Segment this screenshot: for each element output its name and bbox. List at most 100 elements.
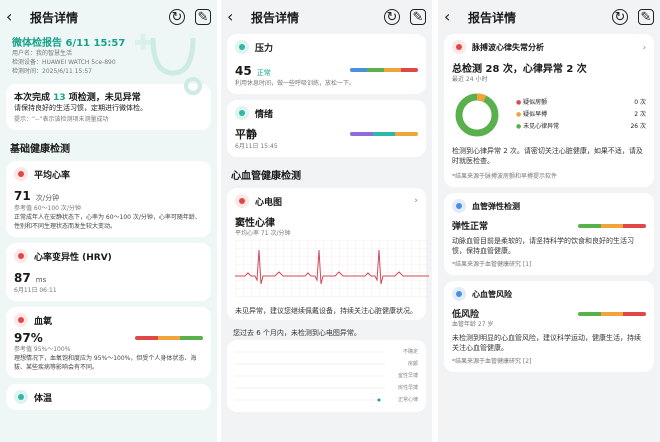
page-title: 报告详情 [251,10,300,25]
stress-desc: 利用休息时间，做一些呼吸训练，放松一下。 [235,80,356,87]
elastic-value: 弹性正常 [452,222,489,232]
thermometer-icon [14,390,28,404]
ecg-advice: 未见异常，建议您继续佩戴设备，持续关注心脏健康状况。 [235,307,417,315]
stress-scale [350,67,418,72]
risk-card[interactable]: 心血管风险 低风险 血管年龄 27 岁 未检测到明显的心血管风险，建议科学运动，… [444,281,654,372]
section-cardio: 心血管健康检测 [231,171,301,182]
heart-vessel-icon [452,287,466,301]
pulse-card[interactable]: 脉搏波心律失常分析 › 总检测 28 次，心律异常 2 次 最近 24 小时 ● … [444,34,654,187]
temp-label: 体温 [34,393,53,404]
risk-label: 心血管风险 [472,289,512,299]
pulse-item-normal-name: 未见心律异常 [523,123,560,130]
edit-icon[interactable]: ✎ [195,9,211,25]
hr-ref: 参考值 60～100 次/分钟 [14,205,81,212]
blood-drop-icon [14,313,28,327]
pulse-item-premature-name: 疑似早搏 [523,111,548,118]
pulse-label: 脉搏波心律失常分析 [472,42,544,52]
pulse-item-premature-count: 2 次 [634,111,646,118]
legend-pvc: 室性早搏 [397,373,418,379]
elastic-scale [578,223,646,228]
hrv-icon [14,249,28,263]
pulse-item-normal: ● 未见心律异常 26 次 [516,121,646,133]
ecg-label: 心电图 [255,197,283,208]
screen-report-cardio: ‹ 报告详情 ↻ ✎ 压力 45 正常 利用休息时间，做一些呼吸训练，放松一下。… [221,0,432,442]
hrv-time: 6月11日 06:11 [14,287,57,294]
spo2-scale [135,336,203,340]
pulse-summary: 总检测 28 次，心律异常 2 次 [452,64,587,75]
mood-time: 6月11日 15:45 [235,143,278,150]
elastic-card[interactable]: 血管弹性检测 弹性正常 动脉血管目前是柔软的，请坚持科学的饮食和良好的生活习惯，… [444,193,654,275]
mood-label: 情绪 [255,109,274,120]
chevron-right-icon[interactable]: › [414,196,418,206]
chevron-right-icon[interactable]: › [643,43,646,52]
spo2-value: 97% [14,331,43,345]
ecg-history: 您过去 6 个月内，未检测到心电图异常。 [233,329,361,337]
elastic-label: 血管弹性检测 [472,201,520,211]
refresh-icon[interactable]: ↻ [169,9,185,25]
summary-sub: 请保持良好的生活习惯，定期进行微体检。 [14,104,147,112]
elastic-advice: 动脉血管目前是柔软的，请坚持科学的饮食和良好的生活习惯，保持血管健康。 [452,237,634,255]
heart-icon [14,167,28,181]
hr-desc: 正常成年人在安静状态下，心率为 60～100 次/分钟，心率可随年龄、性别和不同… [14,214,201,230]
stress-status: 正常 [256,69,271,77]
pulse-item-af-count: 0 次 [634,99,646,106]
history-grid [235,351,385,402]
ecg-hr: 平均心率 71 次/分钟 [235,230,291,237]
page-title: 报告详情 [30,10,79,25]
spo2-card[interactable]: 血氧 97% 参考值 95%～100% 理想情况下，血氧饱和度应为 95%～10… [6,307,211,378]
vessel-icon [452,199,466,213]
pulse-icon [452,40,466,54]
mood-value: 平静 [235,128,257,141]
legend-pac: 房性早搏 [397,385,418,391]
hrv-unit: ms [35,276,47,284]
mood-card[interactable]: 情绪 平静 6月11日 15:45 [227,100,426,157]
stethoscope-illustration [135,34,202,95]
pulse-donut-chart [455,93,499,137]
summary-suffix: 项检测，未见异常 [65,93,141,103]
risk-value: 低风险 [452,310,480,320]
edit-icon[interactable]: ✎ [638,9,654,25]
refresh-icon[interactable]: ↻ [384,9,400,25]
spo2-ref: 参考值 95%～100% [14,346,71,353]
history-legend: 不确定 房颤 室性早搏 房性早搏 正常心律 [398,346,418,406]
stress-value: 45 [235,64,252,78]
hr-value: 71 [14,189,31,203]
edit-icon[interactable]: ✎ [410,9,426,25]
hrv-label: 心率变异性 (HRV) [34,252,112,263]
risk-scale [578,311,646,316]
mood-scale [350,132,418,136]
screen-report-basic: ‹ 报告详情 ↻ ✎ 微体检报告 6/11 15:57 用户名：我的智慧生活 检… [0,0,217,442]
spo2-label: 血氧 [34,316,53,327]
ecg-waveform [235,240,429,298]
pulse-item-normal-count: 26 次 [630,123,646,130]
back-icon[interactable]: ‹ [444,8,462,26]
summary-prefix: 本次完成 [14,93,54,103]
elastic-source: *结果来源于血管健康研究 [1] [452,261,532,268]
ecg-history-chart: 不确定 房颤 室性早搏 房性早搏 正常心律 [227,340,426,412]
back-icon[interactable]: ‹ [6,8,24,26]
temp-card[interactable]: 体温 [6,384,211,410]
risk-source: *结果来源于血管健康研究 [2] [452,358,532,365]
ecg-card[interactable]: 心电图 › 窦性心律 平均心率 71 次/分钟 未见异常，建议您继续佩戴设备，持续… [227,188,429,320]
hr-label: 平均心率 [34,170,71,181]
screen-report-pulse: ‹ 报告详情 ↻ ✎ 脉搏波心律失常分析 › 总检测 28 次，心律异常 2 次 … [438,0,660,442]
heart-rate-card[interactable]: 平均心率 71 次/分钟 参考值 60～100 次/分钟 正常成年人在安静状态下… [6,161,211,237]
hrv-card[interactable]: 心率变异性 (HRV) 87 ms 6月11日 06:11 [6,243,211,301]
pulse-item-af-name: 疑似房颤 [523,99,548,106]
ecg-icon [235,194,249,208]
legend-uncertain: 不确定 [402,349,418,355]
hrv-value: 87 [14,271,31,285]
section-basic: 基础健康检测 [10,144,70,155]
pulse-recent: 最近 24 小时 [452,76,488,83]
legend-af: 房颤 [407,361,418,367]
refresh-icon[interactable]: ↻ [612,9,628,25]
mood-icon [235,106,249,120]
pulse-item-af: ● 疑似房颤 0 次 [516,97,646,109]
risk-age: 血管年龄 27 岁 [452,321,494,328]
stress-card[interactable]: 压力 45 正常 利用休息时间，做一些呼吸训练，放松一下。 [227,34,426,94]
summary-count: 13 [53,93,66,103]
back-icon[interactable]: ‹ [227,8,245,26]
ecg-result: 窦性心律 [235,218,275,229]
legend-normal: 正常心律 [397,397,418,403]
stress-icon [235,40,249,54]
